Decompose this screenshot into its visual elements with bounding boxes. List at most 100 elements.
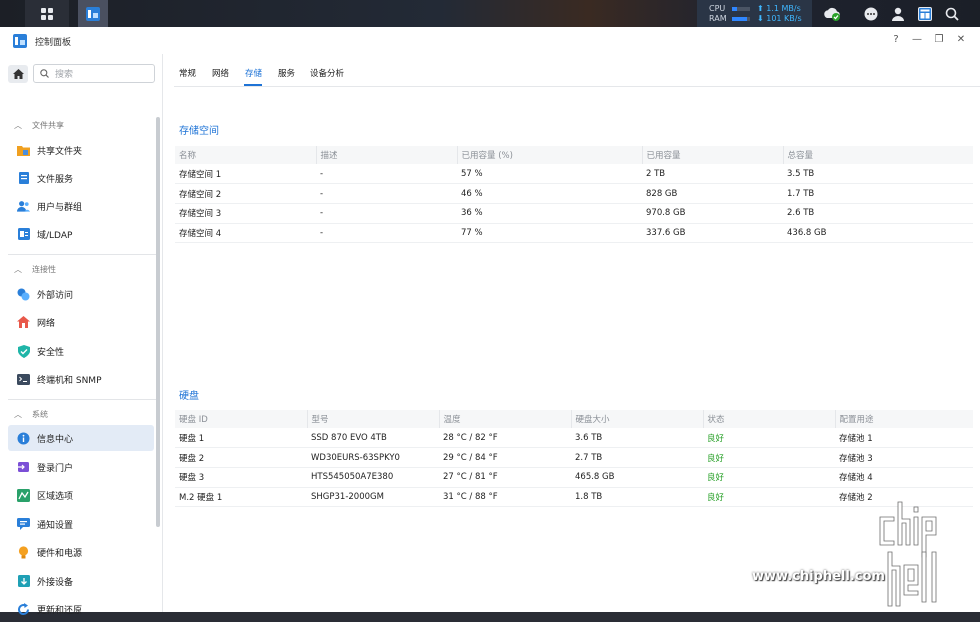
window-titlebar[interactable]: 控制面板 ? — ❐ ✕ — [0, 27, 980, 54]
cell: 存储空间 2 — [175, 183, 316, 204]
sidebar-item-external-access[interactable]: 外部访问 — [8, 281, 154, 307]
column-header[interactable]: 型号 — [307, 410, 440, 428]
global-search-button[interactable] — [939, 0, 965, 27]
sidebar-item-update-restore[interactable]: 更新和还原 — [8, 596, 154, 622]
cell: 1.7 TB — [783, 183, 973, 204]
status-cell: 良好 — [703, 487, 835, 508]
main-menu-button[interactable] — [25, 0, 69, 27]
terminal-icon — [17, 373, 30, 386]
table-row[interactable]: 硬盘 3 HTS545050A7E380 27 °C / 81 °F 465.8 GB… — [175, 467, 973, 488]
disks-section-title: 硬盘 — [179, 391, 199, 402]
chat-bubble-icon — [864, 7, 878, 20]
tab-network[interactable]: 网络 — [212, 67, 229, 79]
notification-icon — [17, 518, 30, 531]
sidebar-item-network[interactable]: 网络 — [8, 309, 154, 335]
tab-storage[interactable]: 存储 — [245, 67, 262, 79]
widgets-icon — [918, 6, 932, 21]
sidebar-item-domain-ldap[interactable]: 域/LDAP — [8, 221, 154, 247]
search-input[interactable]: 搜索 — [33, 64, 155, 83]
column-header[interactable]: 硬盘大小 — [571, 410, 704, 428]
home-icon — [12, 69, 24, 79]
notifications-button[interactable] — [858, 0, 884, 27]
sidebar-item-regional-options[interactable]: 区域选项 — [8, 482, 154, 508]
cell: 存储池 1 — [835, 428, 973, 449]
cpu-bar — [732, 6, 750, 11]
help-button[interactable]: ? — [889, 33, 903, 47]
column-header[interactable]: 已用容量 (%) — [457, 146, 643, 164]
table-row[interactable]: 存储空间 1-57 % 2 TB 3.5 TB — [175, 164, 973, 185]
cell: 存储池 3 — [835, 447, 973, 468]
table-row[interactable]: 存储空间 3-36 % 970.8 GB 2.6 TB — [175, 203, 973, 224]
sidebar-item-security[interactable]: 安全性 — [8, 338, 154, 364]
sidebar-item-shared-folder[interactable]: 共享文件夹 — [8, 137, 154, 163]
table-row[interactable]: 硬盘 2 WD30EURS-63SPKY0 29 °C / 84 °F 2.7 TB 良… — [175, 447, 973, 468]
control-panel-icon — [86, 6, 100, 21]
cell: 36 % — [457, 203, 642, 224]
sidebar-item-users-groups[interactable]: 用户与群组 — [8, 193, 154, 219]
section-header-system[interactable]: ︿ 系统 — [14, 409, 48, 420]
table-row[interactable]: 存储空间 2-46 % 828 GB 1.7 TB — [175, 183, 973, 204]
table-row[interactable]: 硬盘 1 SSD 870 EVO 4TB 28 °C / 82 °F 3.6 TB 良好… — [175, 428, 973, 449]
status-cell: 良好 — [703, 447, 835, 468]
sidebar-item-file-services[interactable]: 文件服务 — [8, 165, 154, 191]
cell: 存储空间 3 — [175, 203, 316, 224]
widgets-button[interactable] — [912, 0, 938, 27]
close-button[interactable]: ✕ — [954, 33, 968, 47]
column-header[interactable]: 已用容量 — [642, 146, 784, 164]
cell: M.2 硬盘 1 — [175, 487, 307, 508]
cell: 存储空间 4 — [175, 223, 316, 244]
cell: 2.6 TB — [783, 203, 973, 224]
sidebar-item-info-center[interactable]: 信息中心 — [8, 425, 154, 451]
cell: 27 °C / 81 °F — [439, 467, 571, 488]
storage-table: 名称 描述 已用容量 (%) 已用容量 总容量 存储空间 1-57 % 2 TB 3… — [175, 146, 973, 244]
cell: 337.6 GB — [642, 223, 783, 244]
sidebar-item-notification[interactable]: 通知设置 — [8, 511, 154, 537]
section-header-file-sharing[interactable]: ︿ 文件共享 — [14, 120, 64, 131]
column-header[interactable]: 总容量 — [783, 146, 973, 164]
cell: 硬盘 3 — [175, 467, 307, 488]
cell: 31 °C / 88 °F — [439, 487, 571, 508]
home-button[interactable] — [8, 65, 28, 83]
column-header[interactable]: 配置用途 — [835, 410, 973, 428]
section-divider — [8, 399, 156, 400]
cloud-check-icon — [824, 7, 840, 21]
sidebar-scrollbar[interactable] — [156, 117, 160, 527]
section-divider — [8, 254, 156, 255]
tab-device-analysis[interactable]: 设备分析 — [310, 67, 344, 79]
column-header[interactable]: 温度 — [439, 410, 572, 428]
section-header-connectivity[interactable]: ︿ 连接性 — [14, 264, 56, 275]
cell: 1.8 TB — [571, 487, 703, 508]
tab-service[interactable]: 服务 — [278, 67, 295, 79]
table-row[interactable]: M.2 硬盘 1 SHGP31-2000GM 31 °C / 88 °F 1.8 TB… — [175, 487, 973, 508]
cell: SHGP31-2000GM — [307, 487, 439, 508]
status-cell: 良好 — [703, 428, 835, 449]
column-header[interactable]: 描述 — [316, 146, 458, 164]
column-header[interactable]: 硬盘 ID — [175, 410, 308, 428]
column-header[interactable]: 名称 — [175, 146, 317, 164]
cell: - — [316, 183, 457, 204]
minimize-button[interactable]: — — [910, 33, 924, 47]
sidebar-item-terminal-snmp[interactable]: 终端机和 SNMP — [8, 366, 154, 392]
sidebar-item-login-portal[interactable]: 登录门户 — [8, 454, 154, 480]
cell: 828 GB — [642, 183, 783, 204]
cloud-sync-button[interactable] — [819, 0, 845, 27]
control-panel-taskbar-button[interactable] — [78, 0, 108, 27]
resource-monitor-widget[interactable]: CPU ⬆ 1.1 MB/s RAM ⬇ 101 KB/s — [697, 0, 812, 27]
ram-bar-fill — [732, 16, 748, 21]
tab-general[interactable]: 常规 — [179, 67, 196, 79]
ram-label: RAM — [709, 14, 727, 23]
user-menu-button[interactable] — [885, 0, 911, 27]
column-header[interactable]: 状态 — [703, 410, 836, 428]
table-row[interactable]: 存储空间 4-77 % 337.6 GB 436.8 GB — [175, 223, 973, 244]
restore-button[interactable]: ❐ — [932, 33, 946, 47]
cell: - — [316, 203, 457, 224]
login-portal-icon — [17, 461, 30, 474]
cell: 77 % — [457, 223, 642, 244]
sidebar-item-hardware-power[interactable]: 硬件和电源 — [8, 539, 154, 565]
tab-bar-divider — [174, 86, 980, 87]
network-house-icon — [17, 316, 30, 329]
chevron-up-icon: ︿ — [14, 121, 22, 130]
cell: 存储空间 1 — [175, 164, 316, 185]
storage-section-title: 存储空间 — [179, 126, 219, 137]
sidebar-item-external-devices[interactable]: 外接设备 — [8, 568, 154, 594]
